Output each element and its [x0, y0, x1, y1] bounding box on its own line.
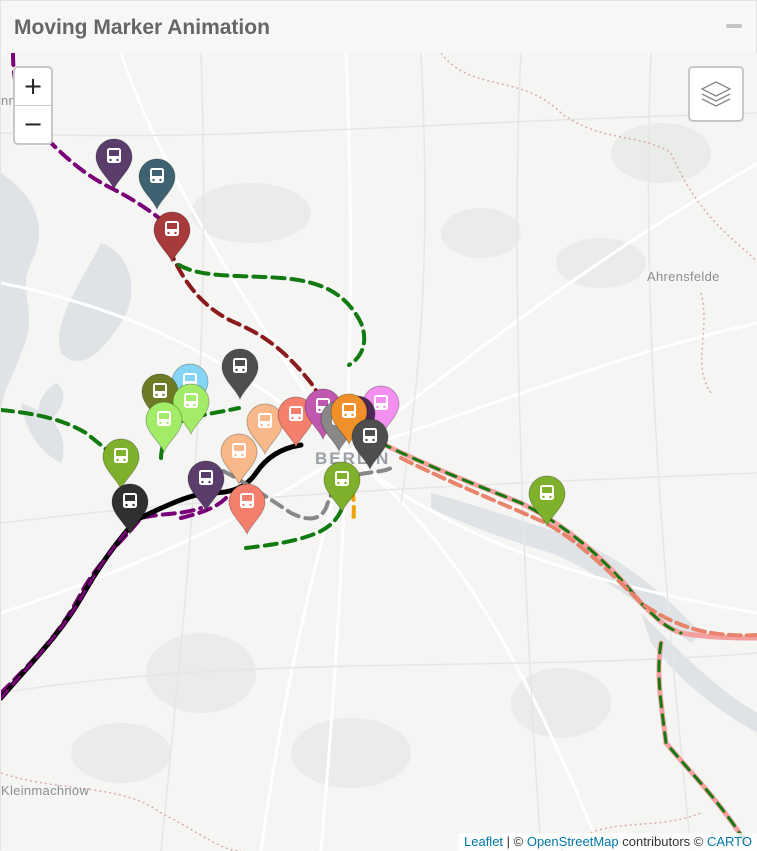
bus-icon: [342, 403, 356, 418]
map-panel: Moving Marker Animation Ahrensfelde BERL…: [0, 0, 757, 851]
marker-pin: [228, 483, 266, 536]
marker-layer: [95, 138, 566, 536]
bus-icon: [123, 493, 137, 508]
bus-icon: [199, 470, 213, 485]
bus-icon: [335, 471, 349, 486]
bus-marker[interactable]: [111, 483, 149, 536]
marker-pin: [145, 401, 183, 454]
bus-marker[interactable]: [153, 211, 191, 264]
bus-marker[interactable]: [351, 418, 389, 471]
zoom-in-button[interactable]: +: [15, 68, 51, 106]
marker-pin: [323, 461, 361, 514]
osm-link[interactable]: OpenStreetMap: [527, 834, 619, 849]
bus-marker[interactable]: [221, 348, 259, 401]
bus-icon: [289, 406, 303, 421]
leaflet-link[interactable]: Leaflet: [464, 834, 503, 849]
zoom-control: + −: [13, 66, 53, 145]
marker-pin: [187, 460, 225, 513]
bus-icon: [258, 413, 272, 428]
bus-icon: [150, 168, 164, 183]
bus-marker[interactable]: [528, 475, 566, 528]
marker-pin: [528, 475, 566, 528]
bus-icon: [540, 485, 554, 500]
bus-marker[interactable]: [228, 483, 266, 536]
collapse-button[interactable]: [726, 24, 742, 28]
bus-marker[interactable]: [323, 461, 361, 514]
bus-icon: [184, 393, 198, 408]
marker-pin: [351, 418, 389, 471]
marker-pin: [220, 433, 258, 486]
carto-link[interactable]: CARTO: [707, 834, 752, 849]
marker-pin: [221, 348, 259, 401]
bus-icon: [233, 358, 247, 373]
bus-icon: [363, 428, 377, 443]
marker-pin: [102, 438, 140, 491]
layers-icon: [700, 81, 732, 107]
bus-icon: [165, 221, 179, 236]
bus-marker[interactable]: [145, 401, 183, 454]
layers-button[interactable]: [688, 66, 744, 122]
panel-header: Moving Marker Animation: [1, 1, 756, 54]
bus-marker[interactable]: [187, 460, 225, 513]
marker-pin: [95, 138, 133, 191]
attribution-separator: | ©: [503, 834, 527, 849]
bus-icon: [374, 395, 388, 410]
bus-icon: [107, 148, 121, 163]
bus-marker[interactable]: [95, 138, 133, 191]
bus-icon: [157, 411, 171, 426]
attribution-contributors: contributors ©: [618, 834, 707, 849]
marker-pin: [153, 211, 191, 264]
map-view[interactable]: nnsdorf Ahrensfelde BERLIN Kleinmachnow …: [1, 53, 757, 851]
marker-pin: [138, 158, 176, 211]
zoom-out-button[interactable]: −: [15, 106, 51, 143]
bus-marker[interactable]: [220, 433, 258, 486]
bus-marker[interactable]: [138, 158, 176, 211]
bus-icon: [114, 448, 128, 463]
marker-pin: [111, 483, 149, 536]
panel-title: Moving Marker Animation: [14, 16, 270, 39]
bus-marker[interactable]: [102, 438, 140, 491]
attribution: Leaflet | © OpenStreetMap contributors ©…: [458, 833, 757, 851]
bus-icon: [240, 493, 254, 508]
bus-icon: [232, 443, 246, 458]
bus-icon: [153, 383, 167, 398]
